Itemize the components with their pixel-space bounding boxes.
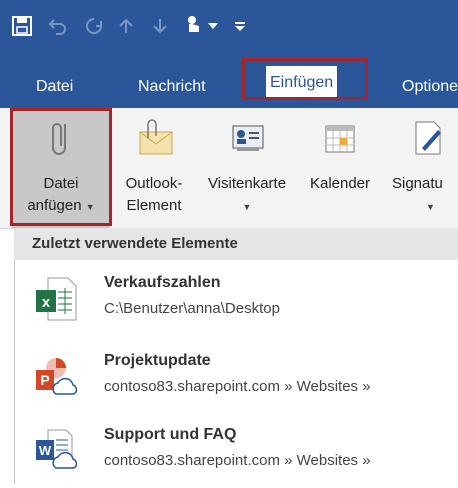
excel-file-icon: x	[34, 276, 78, 322]
business-card-arrow: ▼	[242, 202, 252, 212]
signature-arrow: ▼	[426, 202, 435, 212]
attach-highlight-frame	[10, 108, 112, 226]
quick-access-toolbar	[0, 0, 458, 56]
tab-datei[interactable]: Datei	[32, 72, 77, 102]
up-icon[interactable]	[112, 12, 140, 40]
svg-text:x: x	[42, 294, 51, 311]
signature-icon	[408, 118, 448, 158]
recent-item-title: Verkaufszahlen	[104, 274, 221, 291]
calendar-icon	[320, 118, 360, 158]
business-card-icon	[227, 118, 267, 158]
calendar-label: Kalender	[309, 175, 371, 192]
signature-label: Signatu	[392, 175, 443, 192]
touch-mode-icon[interactable]	[180, 12, 208, 40]
tab-highlight-frame	[242, 58, 368, 100]
customize-icon[interactable]	[230, 12, 250, 40]
outlook-item-button[interactable]: Outlook- Element	[114, 108, 194, 228]
recent-item-path: contoso83.sharepoint.com » Websites »	[104, 452, 371, 469]
tab-nachricht[interactable]: Nachricht	[134, 72, 210, 102]
down-icon[interactable]	[146, 12, 174, 40]
svg-text:P: P	[40, 372, 49, 388]
business-card-button[interactable]: Visitenkarte ▼	[198, 108, 296, 228]
recent-item-title: Projektupdate	[104, 352, 211, 369]
recent-item-support-faq[interactable]: W Support und FAQ contoso83.sharepoint.c…	[14, 418, 458, 488]
outlook-item-label-2: Element	[126, 197, 182, 214]
powerpoint-cloud-icon: P	[34, 354, 78, 400]
recent-item-verkaufszahlen[interactable]: x Verkaufszahlen C:\Benutzer\anna\Deskto…	[14, 266, 458, 336]
redo-icon[interactable]	[80, 12, 108, 40]
word-cloud-icon: W	[34, 428, 78, 474]
recent-items-header: Zuletzt verwendete Elemente	[14, 228, 458, 260]
outlook-item-icon	[134, 118, 174, 158]
recent-item-title: Support und FAQ	[104, 426, 237, 443]
recent-item-projektupdate[interactable]: P Projektupdate contoso83.sharepoint.com…	[14, 344, 458, 414]
signature-button[interactable]: Signatu ▼	[388, 108, 458, 228]
save-icon[interactable]	[8, 12, 36, 40]
ribbon-tabs: Datei Nachricht Einfügen Optione	[0, 56, 458, 108]
calendar-button[interactable]: Kalender	[300, 108, 380, 228]
touch-mode-dropdown-icon[interactable]	[206, 12, 220, 40]
business-card-label: Visitenkarte	[207, 175, 287, 192]
tab-optionen[interactable]: Optione	[398, 72, 458, 102]
recent-item-path: contoso83.sharepoint.com » Websites »	[104, 378, 371, 395]
outlook-item-label-1: Outlook-	[125, 175, 183, 192]
undo-icon[interactable]	[44, 12, 72, 40]
recent-item-path: C:\Benutzer\anna\Desktop	[104, 300, 280, 317]
svg-text:W: W	[39, 443, 52, 458]
